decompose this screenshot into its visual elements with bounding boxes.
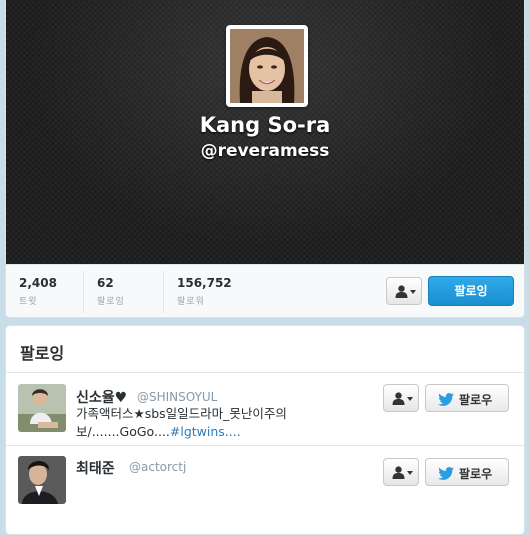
profile-stats-bar: 2,408 트윗 62 팔로잉 156,752 팔로워 팔로잉 xyxy=(6,264,524,317)
user-photo-icon xyxy=(18,456,66,504)
stat-following[interactable]: 62 팔로잉 xyxy=(84,265,164,317)
stat-following-value: 62 xyxy=(97,276,114,290)
profile-name: Kang So-ra xyxy=(199,113,331,137)
stat-followers-value: 156,752 xyxy=(177,276,232,290)
profile-photo-icon xyxy=(230,29,304,103)
chevron-down-icon xyxy=(410,290,416,294)
user-bio: 가족액터스★sbs일일드라마_못난이주의보/.......GoGo....#lg… xyxy=(76,405,376,441)
follow-button[interactable]: 팔로우 xyxy=(425,458,509,486)
following-panel-title: 팔로잉 xyxy=(20,344,65,363)
stat-followers[interactable]: 156,752 팔로워 xyxy=(164,265,274,317)
user-actions-dropdown[interactable] xyxy=(383,384,419,412)
profile-avatar[interactable] xyxy=(226,25,308,107)
follow-button-label: 팔로우 xyxy=(459,393,493,407)
user-actions-dropdown[interactable] xyxy=(383,458,419,486)
stat-following-label: 팔로잉 xyxy=(97,297,125,307)
list-item: 최태준 @actorctj 팔로우 xyxy=(6,446,524,518)
profile-card: Kang So-ra @reveramess 2,408 트윗 62 팔로잉 1… xyxy=(5,0,525,318)
user-name[interactable]: 최태준 xyxy=(76,458,115,478)
following-button[interactable]: 팔로잉 xyxy=(428,276,514,306)
chevron-down-icon xyxy=(407,397,413,401)
stat-followers-label: 팔로워 xyxy=(177,297,205,307)
user-avatar[interactable] xyxy=(18,384,66,432)
list-item: 신소율♥ @SHINSOYUL 가족액터스★sbs일일드라마_못난이주의보/..… xyxy=(6,373,524,445)
twitter-bird-icon xyxy=(438,467,454,480)
chevron-down-icon xyxy=(407,471,413,475)
stat-tweets[interactable]: 2,408 트윗 xyxy=(6,265,82,317)
user-avatar[interactable] xyxy=(18,456,66,504)
person-icon xyxy=(392,392,405,405)
stat-tweets-label: 트윗 xyxy=(19,297,38,307)
follow-button[interactable]: 팔로우 xyxy=(425,384,509,412)
twitter-bird-icon xyxy=(438,393,454,406)
person-icon xyxy=(395,285,408,298)
follow-button-label: 팔로우 xyxy=(459,467,493,481)
user-bio-link[interactable]: #lgtwins.... xyxy=(170,424,241,439)
user-handle[interactable]: @SHINSOYUL xyxy=(137,390,217,404)
person-icon xyxy=(392,466,405,479)
user-handle[interactable]: @actorctj xyxy=(129,460,186,474)
profile-handle: @reveramess xyxy=(200,141,330,161)
user-actions-dropdown[interactable] xyxy=(386,277,422,305)
stat-tweets-value: 2,408 xyxy=(19,276,57,290)
following-panel: 팔로잉 신소율♥ @SHINSOYUL 가족액터스★sbs일일드라마_못난이주의… xyxy=(5,325,525,535)
user-photo-icon xyxy=(18,384,66,432)
user-name[interactable]: 신소율♥ xyxy=(76,387,127,407)
